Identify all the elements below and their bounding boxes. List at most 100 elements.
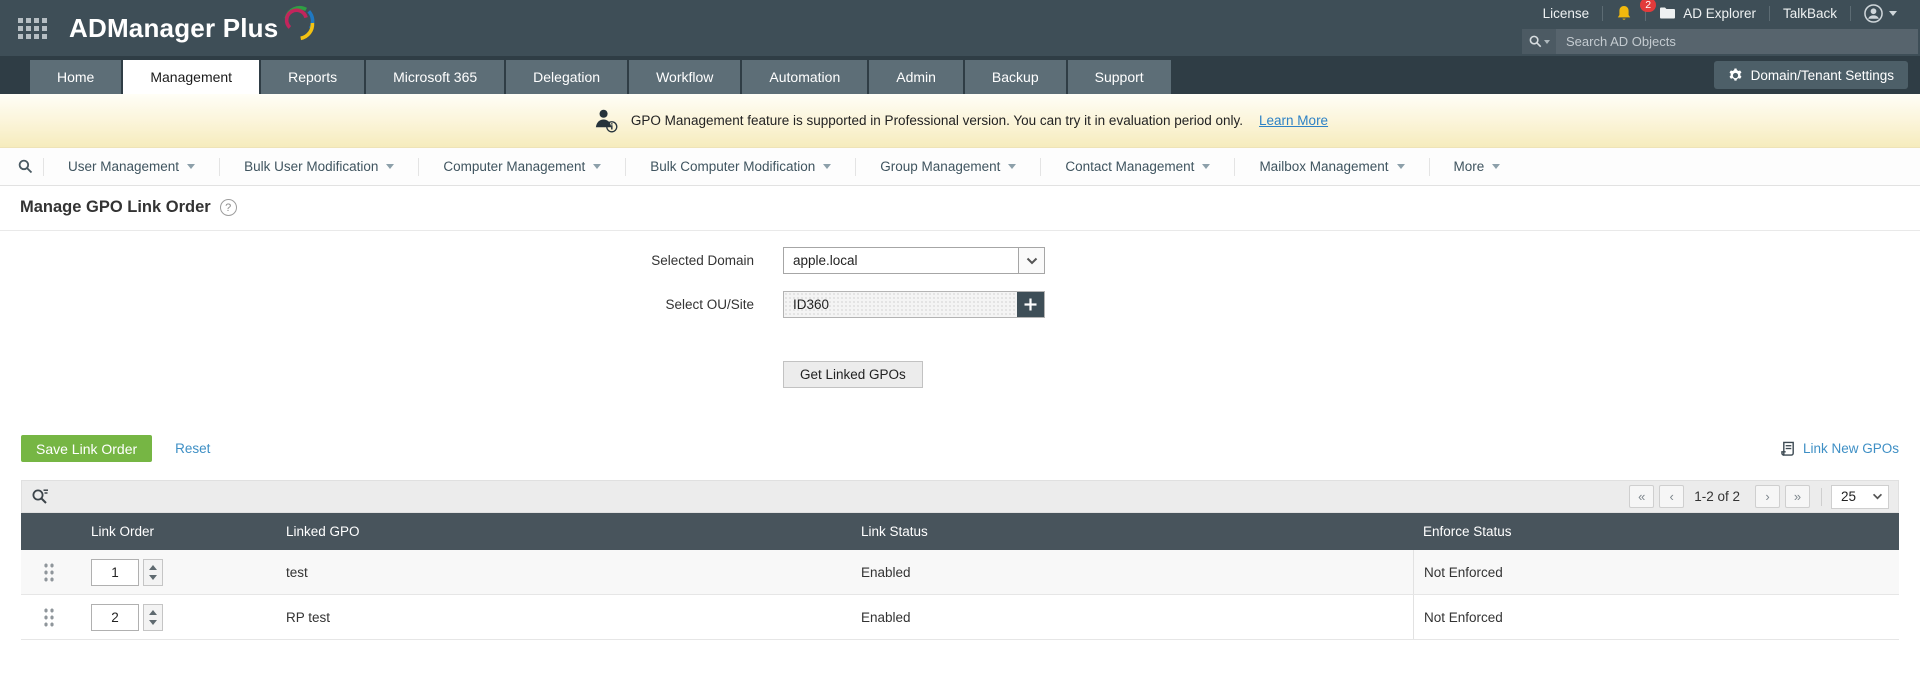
- ad-explorer-label: AD Explorer: [1683, 6, 1756, 21]
- step-down-icon[interactable]: [149, 575, 157, 580]
- ou-site-field[interactable]: ID360: [783, 291, 1045, 318]
- link-order-stepper[interactable]: [143, 559, 163, 586]
- add-ou-button[interactable]: [1017, 292, 1044, 317]
- apps-grid-icon[interactable]: [18, 18, 47, 39]
- talkback-link[interactable]: TalkBack: [1770, 5, 1850, 21]
- page-header: Manage GPO Link Order ?: [0, 186, 1920, 231]
- select-ou-site-label: Select OU/Site: [0, 297, 768, 312]
- tab-home[interactable]: Home: [30, 60, 121, 94]
- chevron-down-icon: [187, 164, 195, 169]
- subnav-item-label: More: [1454, 159, 1485, 174]
- drag-column-header: [21, 513, 76, 550]
- scroll-document-icon: [1781, 441, 1796, 457]
- user-menu[interactable]: [1851, 5, 1910, 21]
- link-status-cell: Enabled: [851, 550, 1413, 594]
- pagination-info: 1-2 of 2: [1694, 489, 1740, 504]
- drag-handle-icon[interactable]: [43, 607, 55, 628]
- app-logo-text: ADManager Plus: [69, 13, 278, 44]
- learn-more-link[interactable]: Learn More: [1259, 113, 1328, 128]
- license-label: License: [1543, 6, 1590, 21]
- evaluation-banner: GPO Management feature is supported in P…: [0, 94, 1920, 148]
- logo-swirl-icon: [280, 5, 316, 41]
- subnav-item-group-management[interactable]: Group Management: [855, 158, 1040, 176]
- subnav-item-more[interactable]: More: [1429, 158, 1525, 176]
- subnav-item-user-management[interactable]: User Management: [43, 158, 219, 176]
- gpo-link-form: Selected Domain apple.local Select OU/Si…: [0, 231, 1920, 388]
- chevron-down-icon: [1008, 164, 1016, 169]
- domain-select-toggle[interactable]: [1018, 248, 1044, 273]
- tab-admin[interactable]: Admin: [869, 60, 963, 94]
- tab-backup[interactable]: Backup: [965, 60, 1066, 94]
- chevron-down-icon: [1397, 164, 1405, 169]
- search-input[interactable]: [1556, 29, 1918, 54]
- step-up-icon[interactable]: [149, 565, 157, 570]
- subnav-item-contact-management[interactable]: Contact Management: [1040, 158, 1234, 176]
- subnav-item-bulk-computer-modification[interactable]: Bulk Computer Modification: [625, 158, 855, 176]
- step-down-icon[interactable]: [149, 620, 157, 625]
- tab-microsoft-365[interactable]: Microsoft 365: [366, 60, 504, 94]
- subnav-item-label: Group Management: [880, 159, 1000, 174]
- column-header-link-order: Link Order: [76, 513, 276, 550]
- subnav-item-computer-management[interactable]: Computer Management: [418, 158, 625, 176]
- pagination-last-button[interactable]: »: [1785, 485, 1810, 508]
- pagination-next-button[interactable]: ›: [1755, 485, 1780, 508]
- reset-link[interactable]: Reset: [175, 441, 210, 456]
- bell-icon: [1616, 5, 1632, 22]
- page-size-select[interactable]: 25: [1831, 485, 1889, 509]
- ad-explorer-link[interactable]: AD Explorer: [1646, 5, 1769, 21]
- link-order-stepper[interactable]: [143, 604, 163, 631]
- subnav-item-mailbox-management[interactable]: Mailbox Management: [1234, 158, 1428, 176]
- domain-tenant-settings-button[interactable]: Domain/Tenant Settings: [1714, 61, 1908, 89]
- table-row: test Enabled Not Enforced: [21, 550, 1899, 595]
- ad-object-search: [1522, 29, 1918, 54]
- chevron-down-icon: [1026, 257, 1038, 265]
- search-icon: [1529, 35, 1542, 48]
- subnav-item-label: Bulk Computer Modification: [650, 159, 815, 174]
- step-up-icon[interactable]: [149, 610, 157, 615]
- subnav-item-label: Contact Management: [1065, 159, 1194, 174]
- table-search-icon[interactable]: [31, 487, 50, 506]
- pagination-first-button[interactable]: «: [1629, 485, 1654, 508]
- pagination-prev-button[interactable]: ‹: [1659, 485, 1684, 508]
- tab-automation[interactable]: Automation: [742, 60, 867, 94]
- link-order-actions: Save Link Order Reset Link New GPOs: [21, 435, 1899, 462]
- chevron-down-icon: [1202, 164, 1210, 169]
- search-icon: [18, 159, 33, 174]
- domain-tenant-settings-label: Domain/Tenant Settings: [1751, 68, 1894, 83]
- search-scope-button[interactable]: [1522, 29, 1556, 54]
- announcement-person-icon: [592, 107, 619, 134]
- tab-workflow[interactable]: Workflow: [629, 60, 740, 94]
- domain-select[interactable]: apple.local: [783, 247, 1045, 274]
- column-header-linked-gpo: Linked GPO: [276, 513, 851, 550]
- selected-domain-label: Selected Domain: [0, 253, 768, 268]
- help-icon[interactable]: ?: [220, 199, 237, 216]
- table-header-row: Link Order Linked GPO Link Status Enforc…: [21, 513, 1899, 550]
- link-order-input[interactable]: [91, 604, 139, 631]
- plus-icon: [1024, 298, 1037, 311]
- tab-management[interactable]: Management: [123, 60, 259, 94]
- chevron-down-icon: [1872, 493, 1883, 500]
- link-order-input[interactable]: [91, 559, 139, 586]
- ou-site-value: ID360: [784, 292, 1017, 317]
- tab-delegation[interactable]: Delegation: [506, 60, 627, 94]
- management-subnav: User Management Bulk User Modification C…: [0, 148, 1920, 186]
- get-linked-gpos-button[interactable]: Get Linked GPOs: [783, 361, 923, 388]
- separator: [1821, 488, 1822, 506]
- gpo-table: « ‹ 1-2 of 2 › » 25 Link Order Linked GP…: [21, 480, 1899, 640]
- tab-reports[interactable]: Reports: [261, 60, 364, 94]
- license-link[interactable]: License: [1530, 5, 1603, 21]
- linked-gpo-cell: test: [276, 550, 851, 594]
- chevron-down-icon: [593, 164, 601, 169]
- drag-handle-icon[interactable]: [43, 562, 55, 583]
- table-row: RP test Enabled Not Enforced: [21, 595, 1899, 640]
- chevron-down-icon: [1889, 11, 1897, 16]
- subnav-item-bulk-user-modification[interactable]: Bulk User Modification: [219, 158, 418, 176]
- gear-icon: [1728, 68, 1743, 83]
- notifications-button[interactable]: 2: [1603, 5, 1645, 21]
- tab-support[interactable]: Support: [1068, 60, 1171, 94]
- page-size-value: 25: [1841, 489, 1856, 504]
- column-header-enforce-status: Enforce Status: [1413, 513, 1899, 550]
- save-link-order-button[interactable]: Save Link Order: [21, 435, 152, 462]
- subnav-search-button[interactable]: [8, 159, 43, 174]
- link-new-gpos-link[interactable]: Link New GPOs: [1781, 441, 1899, 457]
